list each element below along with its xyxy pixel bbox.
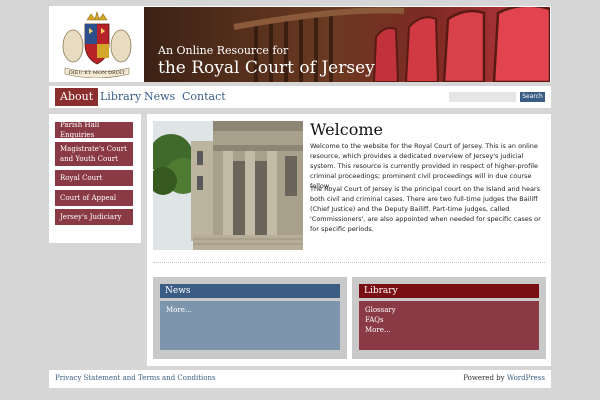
library-widget: Library Glossary FAQs More...	[352, 277, 546, 359]
search-input[interactable]	[449, 92, 516, 102]
library-widget-title: Library	[359, 284, 539, 298]
nav-item-news[interactable]: News	[144, 88, 175, 106]
library-more-link[interactable]: More...	[365, 325, 533, 335]
library-faqs-link[interactable]: FAQs	[365, 315, 533, 325]
news-widget-title: News	[160, 284, 340, 298]
nav-item-about[interactable]: About	[55, 88, 99, 106]
sidebar-item-court-of-appeal[interactable]: Court of Appeal	[55, 190, 133, 206]
page-title: Welcome	[310, 120, 383, 139]
crest-motto: DIEU ET MON DROIT	[69, 70, 126, 76]
header-banner: An Online Resource for the Royal Court o…	[144, 7, 550, 82]
privacy-terms-link[interactable]: Privacy Statement and Terms and Conditio…	[55, 374, 216, 382]
welcome-paragraph-2: The Royal Court of Jersey is the princip…	[310, 185, 541, 233]
sidebar-item-magistrates-court[interactable]: Magistrate's Court and Youth Court	[55, 142, 133, 166]
news-widget: News More...	[153, 277, 347, 359]
nav-item-contact[interactable]: Contact	[182, 88, 226, 106]
royal-crest-logo[interactable]: DIEU ET MON DROIT	[55, 10, 139, 78]
search-button[interactable]: Search	[520, 92, 545, 102]
sidebar: Parish Hall Enquiries Magistrate's Court…	[49, 114, 141, 243]
news-widget-body: More...	[160, 301, 340, 350]
news-more-link[interactable]: More...	[166, 305, 334, 315]
content-divider	[153, 262, 545, 263]
royal-court-building-photo	[153, 121, 303, 250]
library-glossary-link[interactable]: Glossary	[365, 305, 533, 315]
site-footer: Privacy Statement and Terms and Conditio…	[49, 370, 551, 388]
site-header: DIEU ET MON DROIT An Online Resource for…	[49, 6, 551, 82]
header-tagline-small: An Online Resource for	[158, 44, 289, 57]
library-widget-body: Glossary FAQs More...	[359, 301, 539, 350]
sidebar-item-parish-hall-enquiries[interactable]: Parish Hall Enquiries	[55, 121, 133, 139]
main-nav: About Library News Contact Search	[49, 86, 551, 108]
powered-by-label: Powered by	[463, 374, 505, 382]
header-site-title[interactable]: the Royal Court of Jersey	[158, 58, 375, 78]
sidebar-item-royal-court[interactable]: Royal Court	[55, 170, 133, 186]
powered-by-text: Powered by WordPress	[463, 374, 545, 382]
sidebar-item-jerseys-judiciary[interactable]: Jersey's Judiciary	[55, 209, 133, 225]
wordpress-link[interactable]: WordPress	[507, 374, 545, 382]
nav-item-library[interactable]: Library	[100, 88, 141, 106]
main-content: Welcome Welcome to the website for the R…	[147, 114, 551, 366]
